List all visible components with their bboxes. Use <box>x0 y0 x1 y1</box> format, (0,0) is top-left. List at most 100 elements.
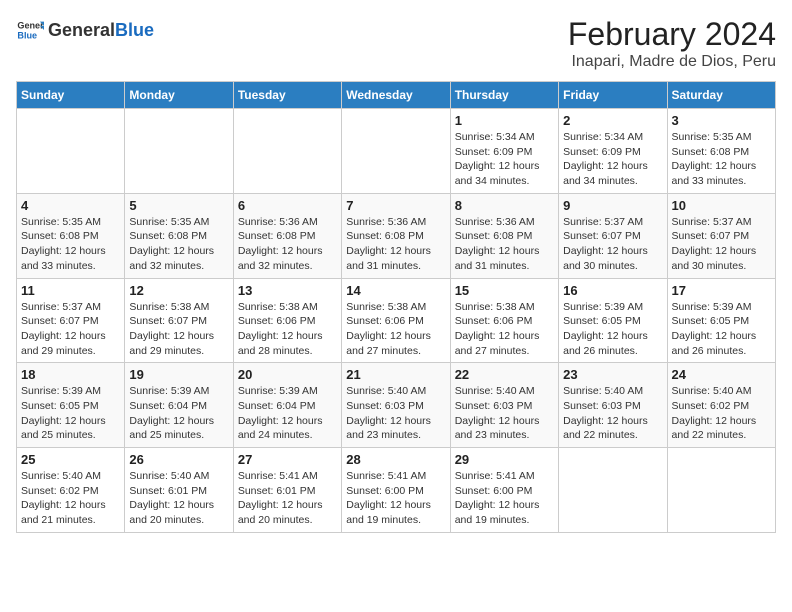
day-number: 25 <box>21 452 120 467</box>
calendar-cell: 3 Sunrise: 5:35 AMSunset: 6:08 PMDaylight… <box>667 109 775 194</box>
calendar-cell: 11 Sunrise: 5:37 AMSunset: 6:07 PMDayligh… <box>17 278 125 363</box>
logo-blue-text: Blue <box>115 20 154 41</box>
day-number: 11 <box>21 283 120 298</box>
day-info: Sunrise: 5:35 AMSunset: 6:08 PMDaylight:… <box>21 215 120 274</box>
calendar-cell <box>559 448 667 533</box>
day-number: 4 <box>21 198 120 213</box>
day-info: Sunrise: 5:38 AMSunset: 6:07 PMDaylight:… <box>129 300 228 359</box>
day-number: 21 <box>346 367 445 382</box>
day-info: Sunrise: 5:40 AMSunset: 6:02 PMDaylight:… <box>21 469 120 528</box>
calendar-cell <box>17 109 125 194</box>
day-number: 26 <box>129 452 228 467</box>
day-header-sunday: Sunday <box>17 82 125 109</box>
calendar-cell: 12 Sunrise: 5:38 AMSunset: 6:07 PMDayligh… <box>125 278 233 363</box>
day-info: Sunrise: 5:41 AMSunset: 6:01 PMDaylight:… <box>238 469 337 528</box>
calendar-cell: 20 Sunrise: 5:39 AMSunset: 6:04 PMDayligh… <box>233 363 341 448</box>
day-number: 5 <box>129 198 228 213</box>
day-header-tuesday: Tuesday <box>233 82 341 109</box>
calendar-cell: 6 Sunrise: 5:36 AMSunset: 6:08 PMDaylight… <box>233 193 341 278</box>
calendar-cell: 17 Sunrise: 5:39 AMSunset: 6:05 PMDayligh… <box>667 278 775 363</box>
day-number: 12 <box>129 283 228 298</box>
calendar-table: SundayMondayTuesdayWednesdayThursdayFrid… <box>16 81 776 533</box>
day-info: Sunrise: 5:34 AMSunset: 6:09 PMDaylight:… <box>455 130 554 189</box>
day-info: Sunrise: 5:41 AMSunset: 6:00 PMDaylight:… <box>346 469 445 528</box>
day-info: Sunrise: 5:35 AMSunset: 6:08 PMDaylight:… <box>672 130 771 189</box>
calendar-week-2: 4 Sunrise: 5:35 AMSunset: 6:08 PMDaylight… <box>17 193 776 278</box>
day-number: 18 <box>21 367 120 382</box>
calendar-cell: 2 Sunrise: 5:34 AMSunset: 6:09 PMDaylight… <box>559 109 667 194</box>
page-header: General Blue GeneralBlue February 2024 I… <box>16 16 776 71</box>
calendar-cell: 1 Sunrise: 5:34 AMSunset: 6:09 PMDaylight… <box>450 109 558 194</box>
day-info: Sunrise: 5:38 AMSunset: 6:06 PMDaylight:… <box>346 300 445 359</box>
calendar-cell: 26 Sunrise: 5:40 AMSunset: 6:01 PMDayligh… <box>125 448 233 533</box>
calendar-cell: 21 Sunrise: 5:40 AMSunset: 6:03 PMDayligh… <box>342 363 450 448</box>
logo-general-text: General <box>48 20 115 41</box>
calendar-cell: 24 Sunrise: 5:40 AMSunset: 6:02 PMDayligh… <box>667 363 775 448</box>
day-info: Sunrise: 5:37 AMSunset: 6:07 PMDaylight:… <box>672 215 771 274</box>
day-number: 3 <box>672 113 771 128</box>
day-info: Sunrise: 5:35 AMSunset: 6:08 PMDaylight:… <box>129 215 228 274</box>
day-header-wednesday: Wednesday <box>342 82 450 109</box>
calendar-cell: 5 Sunrise: 5:35 AMSunset: 6:08 PMDaylight… <box>125 193 233 278</box>
day-number: 29 <box>455 452 554 467</box>
calendar-cell: 10Sunrise: 5:37 AMSunset: 6:07 PMDayligh… <box>667 193 775 278</box>
day-number: 13 <box>238 283 337 298</box>
calendar-week-5: 25 Sunrise: 5:40 AMSunset: 6:02 PMDayligh… <box>17 448 776 533</box>
calendar-cell: 14 Sunrise: 5:38 AMSunset: 6:06 PMDayligh… <box>342 278 450 363</box>
day-number: 6 <box>238 198 337 213</box>
calendar-title: February 2024 <box>568 16 776 53</box>
calendar-cell: 15Sunrise: 5:38 AMSunset: 6:06 PMDayligh… <box>450 278 558 363</box>
day-number: 16 <box>563 283 662 298</box>
day-number: 14 <box>346 283 445 298</box>
day-number: 2 <box>563 113 662 128</box>
day-number: 27 <box>238 452 337 467</box>
day-number: 15 <box>455 283 554 298</box>
calendar-cell <box>342 109 450 194</box>
day-number: 8 <box>455 198 554 213</box>
day-info: Sunrise: 5:38 AMSunset: 6:06 PMDaylight:… <box>238 300 337 359</box>
calendar-cell: 16 Sunrise: 5:39 AMSunset: 6:05 PMDayligh… <box>559 278 667 363</box>
calendar-header-row: SundayMondayTuesdayWednesdayThursdayFrid… <box>17 82 776 109</box>
day-header-thursday: Thursday <box>450 82 558 109</box>
calendar-cell: 13 Sunrise: 5:38 AMSunset: 6:06 PMDayligh… <box>233 278 341 363</box>
svg-text:General: General <box>17 21 44 31</box>
day-info: Sunrise: 5:37 AMSunset: 6:07 PMDaylight:… <box>21 300 120 359</box>
calendar-cell: 29 Sunrise: 5:41 AMSunset: 6:00 PMDayligh… <box>450 448 558 533</box>
day-info: Sunrise: 5:41 AMSunset: 6:00 PMDaylight:… <box>455 469 554 528</box>
calendar-cell <box>125 109 233 194</box>
calendar-week-3: 11 Sunrise: 5:37 AMSunset: 6:07 PMDayligh… <box>17 278 776 363</box>
day-header-monday: Monday <box>125 82 233 109</box>
day-info: Sunrise: 5:40 AMSunset: 6:03 PMDaylight:… <box>563 384 662 443</box>
calendar-cell: 23 Sunrise: 5:40 AMSunset: 6:03 PMDayligh… <box>559 363 667 448</box>
calendar-week-1: 1 Sunrise: 5:34 AMSunset: 6:09 PMDaylight… <box>17 109 776 194</box>
day-info: Sunrise: 5:39 AMSunset: 6:04 PMDaylight:… <box>129 384 228 443</box>
day-info: Sunrise: 5:40 AMSunset: 6:02 PMDaylight:… <box>672 384 771 443</box>
calendar-cell: 27 Sunrise: 5:41 AMSunset: 6:01 PMDayligh… <box>233 448 341 533</box>
day-info: Sunrise: 5:34 AMSunset: 6:09 PMDaylight:… <box>563 130 662 189</box>
day-info: Sunrise: 5:40 AMSunset: 6:01 PMDaylight:… <box>129 469 228 528</box>
day-info: Sunrise: 5:40 AMSunset: 6:03 PMDaylight:… <box>346 384 445 443</box>
day-info: Sunrise: 5:39 AMSunset: 6:04 PMDaylight:… <box>238 384 337 443</box>
calendar-cell: 7 Sunrise: 5:36 AMSunset: 6:08 PMDaylight… <box>342 193 450 278</box>
day-number: 23 <box>563 367 662 382</box>
day-info: Sunrise: 5:39 AMSunset: 6:05 PMDaylight:… <box>672 300 771 359</box>
svg-text:Blue: Blue <box>17 30 37 40</box>
calendar-cell: 22Sunrise: 5:40 AMSunset: 6:03 PMDayligh… <box>450 363 558 448</box>
calendar-week-4: 18 Sunrise: 5:39 AMSunset: 6:05 PMDayligh… <box>17 363 776 448</box>
day-info: Sunrise: 5:36 AMSunset: 6:08 PMDaylight:… <box>455 215 554 274</box>
calendar-cell <box>667 448 775 533</box>
calendar-subtitle: Inapari, Madre de Dios, Peru <box>568 53 776 71</box>
day-number: 17 <box>672 283 771 298</box>
day-number: 24 <box>672 367 771 382</box>
day-info: Sunrise: 5:39 AMSunset: 6:05 PMDaylight:… <box>21 384 120 443</box>
day-number: 28 <box>346 452 445 467</box>
day-number: 1 <box>455 113 554 128</box>
day-number: 7 <box>346 198 445 213</box>
day-info: Sunrise: 5:37 AMSunset: 6:07 PMDaylight:… <box>563 215 662 274</box>
day-number: 20 <box>238 367 337 382</box>
day-info: Sunrise: 5:39 AMSunset: 6:05 PMDaylight:… <box>563 300 662 359</box>
day-info: Sunrise: 5:36 AMSunset: 6:08 PMDaylight:… <box>238 215 337 274</box>
day-header-friday: Friday <box>559 82 667 109</box>
calendar-cell: 25 Sunrise: 5:40 AMSunset: 6:02 PMDayligh… <box>17 448 125 533</box>
day-info: Sunrise: 5:36 AMSunset: 6:08 PMDaylight:… <box>346 215 445 274</box>
